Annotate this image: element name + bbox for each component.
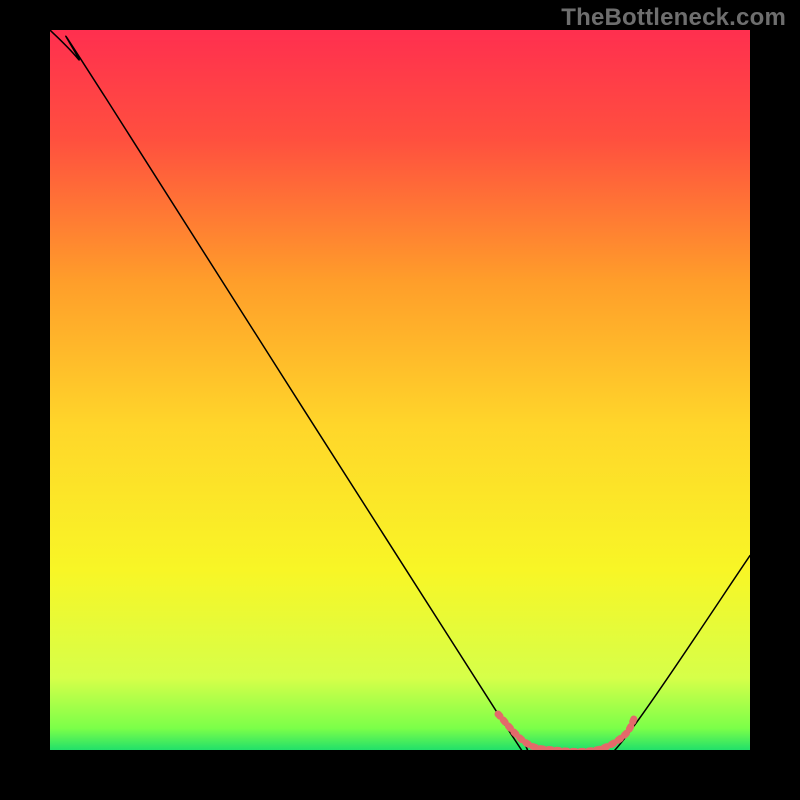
gradient-background (50, 30, 750, 750)
chart-container: TheBottleneck.com (0, 0, 800, 800)
watermark-text: TheBottleneck.com (561, 4, 786, 32)
plot-area (50, 30, 750, 750)
chart-svg (50, 30, 750, 750)
